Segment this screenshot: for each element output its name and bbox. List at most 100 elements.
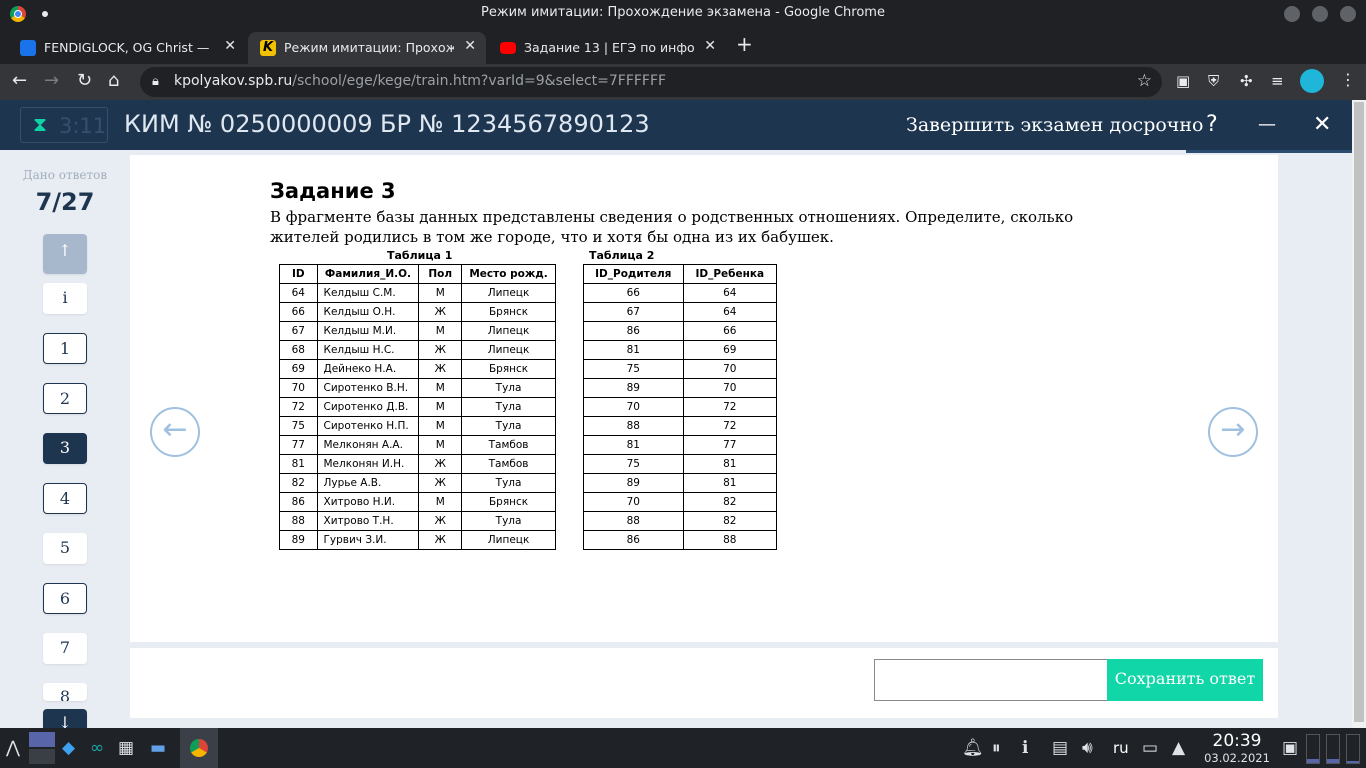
table-cell: Тула (461, 397, 556, 417)
nav-item-3[interactable]: 3 (43, 433, 87, 464)
table-row: 72 Сиротенко Д.В. М Тула (279, 397, 556, 417)
nav-item-8[interactable]: 8 (43, 683, 87, 701)
table-cell: 64 (279, 283, 318, 303)
task-card: Задание 3 В фрагменте базы данных предст… (130, 155, 1278, 642)
pause-icon[interactable]: ⏸ (992, 738, 1001, 758)
vscode-icon[interactable]: ◆ (62, 738, 75, 758)
tab-close-icon[interactable]: ✕ (704, 38, 716, 54)
address-url[interactable]: kpolyakov.spb.ru/school/ege/kege/train.h… (174, 73, 666, 89)
monitor-widget (1306, 734, 1320, 764)
nav-item-6[interactable]: 6 (43, 583, 87, 614)
table-cell: М (418, 321, 463, 341)
bookmark-star-icon[interactable]: ☆ (1137, 71, 1152, 91)
table-header-cell: Фамилия_И.О. (316, 264, 420, 284)
table-cell: 75 (583, 454, 684, 474)
arduino-icon[interactable]: ∞ (90, 738, 104, 758)
nav-item-2[interactable]: 2 (43, 383, 87, 414)
table-cell: Дейнеко Н.А. (316, 359, 420, 379)
show-desktop-icon[interactable]: ▣ (1282, 738, 1298, 758)
grid-apps-icon[interactable]: ▦ (118, 738, 134, 758)
tab-exam-simulation[interactable]: K Режим имитации: Прохожд ✕ (248, 32, 486, 64)
table-cell: 81 (682, 454, 778, 474)
window-close-button[interactable] (1340, 6, 1356, 22)
desktop-pager[interactable] (29, 732, 55, 764)
chrome-menu-icon[interactable]: ⋮ (1340, 70, 1356, 89)
tab-youtube-task13[interactable]: Задание 13 | ЕГЭ по информ ✕ (488, 32, 726, 64)
os-taskbar: ⋀ ◆ ∞ ▦ ▬ 🔔︎ ⏸ ℹ ▤ 🔊︎ ru ▭ ▲ 20:39 03.02… (0, 728, 1366, 768)
hourglass-icon: ⧗ (33, 112, 48, 136)
table-row: 67 64 (583, 302, 778, 322)
clock-time[interactable]: 20:39 (1200, 731, 1274, 751)
nav-item-4[interactable]: 4 (43, 483, 87, 514)
table-row: 89 81 (583, 473, 778, 493)
volume-icon[interactable]: 🔊︎ (1082, 738, 1093, 758)
table-cell: 88 (279, 511, 318, 531)
finish-exam-button[interactable]: Завершить экзамен досрочно (906, 114, 1203, 136)
answer-input[interactable] (874, 659, 1108, 701)
nav-item-7[interactable]: 7 (43, 633, 87, 664)
table-cell: 86 (279, 492, 318, 512)
table-row: 64 Келдыш С.М. М Липецк (279, 283, 556, 303)
tab-fendiglock[interactable]: FENDIGLOCK, OG Christ — Ве ✕ (8, 32, 246, 64)
keyboard-layout[interactable]: ru (1113, 739, 1129, 757)
exam-header: ⧗ 3:11 КИМ № 0250000009 БР № 12345678901… (0, 100, 1352, 153)
back-icon[interactable]: ← (12, 70, 27, 91)
table-cell: Брянск (461, 302, 556, 322)
nav-item-5[interactable]: 5 (43, 533, 87, 564)
scrollbar-thumb[interactable] (1354, 102, 1364, 722)
nav-item-info[interactable]: i (43, 283, 87, 314)
next-task-arrow[interactable]: → (1208, 407, 1258, 457)
table-row: 81 69 (583, 340, 778, 360)
previous-task-arrow[interactable]: ← (150, 407, 200, 457)
table-cell: Липецк (461, 340, 556, 360)
clipboard-icon[interactable]: ▤ (1052, 738, 1068, 758)
tray-expand-icon[interactable]: ▲ (1172, 738, 1185, 758)
clock-date[interactable]: 03.02.2021 (1198, 751, 1276, 765)
notifications-icon[interactable]: 🔔︎ (962, 738, 984, 758)
close-exam-button[interactable]: ✕ (1313, 112, 1331, 137)
table-cell: 70 (279, 378, 318, 398)
nav-item-1[interactable]: 1 (43, 333, 87, 364)
window-maximize-button[interactable] (1312, 6, 1328, 22)
page-scrollbar[interactable] (1352, 100, 1366, 728)
table-header-cell: Пол (418, 264, 463, 284)
task-text: В фрагменте базы данных представлены све… (270, 208, 1074, 246)
extension-shield-icon[interactable]: ⛨ (1208, 72, 1219, 90)
minimize-exam-button[interactable]: — (1258, 114, 1276, 135)
table-cell: М (418, 492, 463, 512)
nav-up-button[interactable]: ↑ (43, 234, 87, 274)
media-queue-icon[interactable]: ≡ (1271, 72, 1284, 90)
address-bar[interactable]: 🔒︎ kpolyakov.spb.ru/school/ege/kege/trai… (140, 67, 1162, 97)
table-cell: 64 (682, 302, 778, 322)
tab-close-icon[interactable]: ✕ (224, 38, 236, 54)
new-tab-button[interactable]: + (736, 32, 753, 56)
save-answer-button[interactable]: Сохранить ответ (1107, 659, 1263, 701)
chrome-icon (190, 739, 208, 757)
help-button[interactable]: ? (1206, 112, 1218, 137)
info-icon[interactable]: ℹ (1022, 738, 1028, 758)
table-row: 86 66 (583, 321, 778, 341)
table1-caption: Таблица 1 (387, 249, 453, 262)
lock-icon[interactable]: 🔒︎ (152, 74, 159, 89)
taskbar-chrome-active[interactable] (180, 728, 218, 768)
file-manager-icon[interactable]: ▬ (150, 738, 166, 758)
table-cell: 70 (682, 378, 778, 398)
table-row: 70 72 (583, 397, 778, 417)
reload-icon[interactable]: ↻ (77, 70, 92, 91)
display-icon[interactable]: ▭ (1142, 738, 1158, 758)
forward-icon[interactable]: → (44, 70, 59, 91)
home-icon[interactable]: ⌂ (108, 70, 119, 91)
profile-avatar[interactable] (1300, 69, 1324, 93)
table-cell: 77 (682, 435, 778, 455)
table-cell: Ж (418, 454, 463, 474)
extensions-puzzle-icon[interactable]: ✣ (1240, 72, 1253, 90)
app-launcher-icon[interactable]: ⋀ (6, 738, 20, 758)
answered-count: 7/27 (35, 188, 95, 216)
extension-cube-icon[interactable]: ▣ (1176, 72, 1190, 90)
table-cell: 81 (583, 340, 684, 360)
tab-close-icon[interactable]: ✕ (464, 38, 476, 54)
table-cell: Ж (418, 302, 463, 322)
people-table: ID Фамилия_И.О. Пол Место рожд. 64 Келдыш С.… (279, 264, 556, 550)
window-minimize-button[interactable] (1284, 6, 1300, 22)
youtube-icon (500, 42, 516, 54)
